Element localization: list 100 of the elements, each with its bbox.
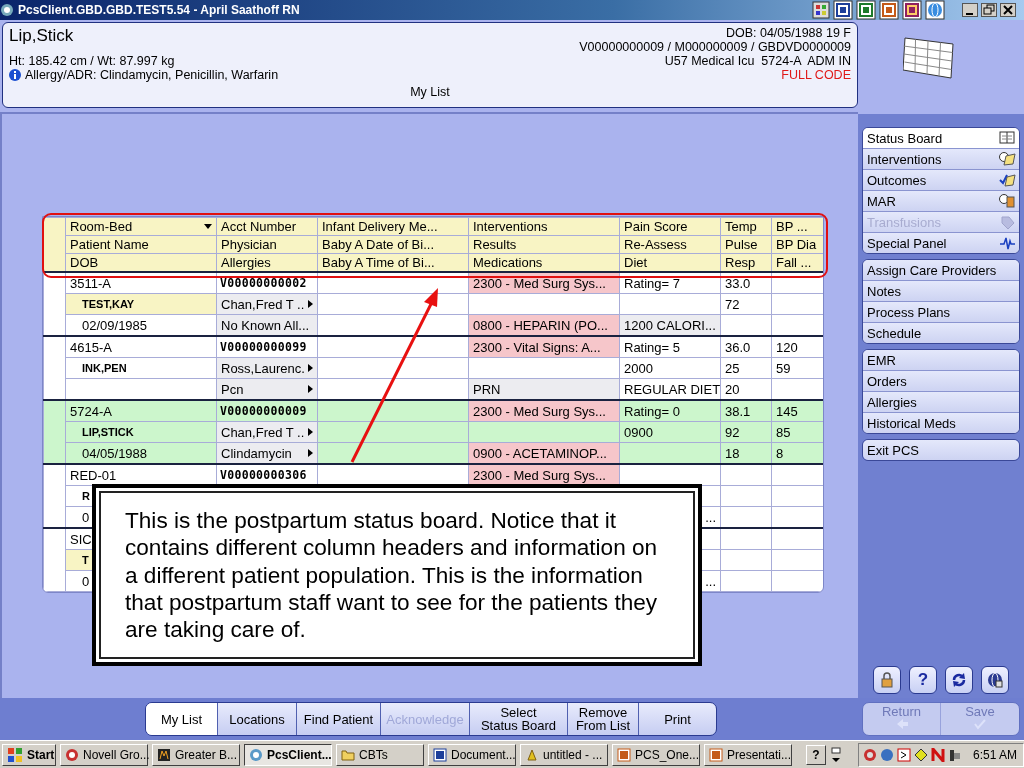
table-cell: 145 (771, 400, 823, 422)
code-status: FULL CODE (780, 68, 851, 82)
taskbar-button[interactable]: PcsClient... (244, 743, 332, 766)
sidebar-item[interactable]: Special Panel (863, 233, 1019, 253)
sidebar-label: Exit PCS (867, 442, 919, 458)
start-button[interactable]: Start (2, 743, 56, 766)
sidebar-item[interactable]: Outcomes (863, 170, 1019, 191)
patient-name: INK,PEN (65, 357, 217, 379)
app-icon (157, 747, 171, 762)
network-icon[interactable] (947, 747, 962, 762)
column-header[interactable]: Infant Delivery Me... (317, 217, 469, 236)
bottom-tab[interactable]: Select Status Board (470, 703, 568, 735)
help-button[interactable]: ? (909, 666, 937, 694)
bottom-tab[interactable]: My List (146, 703, 218, 735)
sidebar-label: EMR (867, 352, 896, 368)
app-icon[interactable] (930, 747, 945, 762)
sidebar-item[interactable]: EMR (863, 350, 1019, 371)
arrow-icon[interactable] (308, 300, 313, 308)
tag-icon (999, 214, 1016, 230)
bottom-tab[interactable]: Locations (218, 703, 297, 735)
sidebar-label: Special Panel (867, 235, 947, 251)
restore-icon[interactable] (981, 3, 997, 17)
sidebar-label: Notes (867, 283, 901, 299)
table-cell: V00000000009 (216, 400, 318, 422)
table-cell: 2300 - Med Surg Sys... (468, 400, 620, 422)
cell-text: Clindamycin (221, 445, 292, 461)
close-icon[interactable] (1000, 3, 1016, 17)
sidebar-label: Assign Care Providers (867, 262, 997, 278)
globe-button[interactable] (981, 666, 1009, 694)
clock-text: 6:51 AM (972, 747, 1017, 762)
taskbar-button[interactable]: PCS_One... (612, 743, 700, 766)
taskbar-button[interactable]: Greater B... (152, 743, 240, 766)
table-cell: 2000 (619, 357, 721, 379)
sidebar-item[interactable]: MAR (863, 191, 1019, 212)
lock-icon (880, 672, 894, 688)
refresh-button[interactable] (945, 666, 973, 694)
app-icon (65, 747, 79, 762)
app-icon (0, 3, 14, 17)
windows-flag-icon (7, 746, 23, 763)
bottom-tab[interactable]: Find Patient (297, 703, 381, 735)
column-header[interactable]: Pain Score (619, 217, 721, 236)
sidebar-item[interactable]: Allergies (863, 392, 1019, 413)
sidebar-item[interactable]: Interventions (863, 149, 1019, 170)
bottom-tab[interactable]: Remove From List (568, 703, 639, 735)
taskbar-button[interactable]: untitled - ... (520, 743, 608, 766)
dob-text: DOB: 04/05/1988 19 F (724, 26, 851, 40)
column-header[interactable]: Interventions (468, 217, 620, 236)
caret-icon[interactable] (204, 224, 212, 229)
sidebar-item[interactable]: Status Board (863, 128, 1019, 149)
arrow-icon[interactable] (308, 364, 313, 372)
taskbar-button[interactable]: Document... (428, 743, 516, 766)
sidebar-item[interactable]: Exit PCS (863, 440, 1019, 460)
pulse-icon (999, 235, 1016, 251)
sidebar-label: Process Plans (867, 304, 951, 320)
sidebar-item[interactable]: Historical Meds (863, 413, 1019, 433)
app-icon (249, 747, 263, 762)
sidebar-item[interactable]: Process Plans (863, 302, 1019, 323)
patient-name: Lip,Stick (9, 26, 75, 46)
check-icon (973, 718, 987, 730)
table-cell: 5724-A (65, 400, 217, 422)
table-cell: Rating= 0 (619, 400, 721, 422)
column-header[interactable]: Temp (720, 217, 772, 236)
sidebar-item[interactable]: Notes (863, 281, 1019, 302)
location-text: U57 Medical Icu 5724-A ADM IN (663, 54, 851, 68)
column-header[interactable]: DOB (70, 254, 99, 271)
sidebar-label: MAR (867, 193, 896, 209)
sidebar-item[interactable]: Assign Care Providers (863, 260, 1019, 281)
column-header[interactable]: Acct Number (216, 217, 318, 236)
cell-text: Pcn (221, 381, 244, 397)
app-icon[interactable] (862, 747, 877, 762)
table-icon (903, 34, 955, 80)
table-cell: 25 (720, 357, 772, 379)
help-button[interactable]: ? (806, 744, 826, 765)
info-icon (9, 69, 21, 81)
table-cell: 38.1 (720, 400, 772, 422)
clock-box-icon (999, 193, 1016, 209)
grid-icon[interactable] (812, 1, 830, 19)
window-title: PcsClient.GBD.GBD.TEST5.54 - April Saathoff RN (18, 3, 301, 17)
arrow-icon[interactable] (308, 449, 313, 457)
column-header[interactable]: BP ... (771, 217, 823, 236)
sidebar-label: Interventions (867, 151, 942, 167)
window-icon[interactable] (896, 747, 911, 762)
table-cell: 120 (771, 336, 823, 358)
arrow-icon[interactable] (308, 428, 313, 436)
table-cell: 72 (720, 293, 772, 315)
diamond-icon[interactable] (913, 747, 928, 762)
taskbar-button[interactable]: Presentati... (704, 743, 792, 766)
sidebar-label: Orders (867, 373, 907, 389)
sidebar-label: Allergies (867, 394, 917, 410)
sidebar-item[interactable]: Orders (863, 371, 1019, 392)
check-pad-icon (999, 172, 1016, 188)
taskbar-button[interactable]: CBTs (336, 743, 424, 766)
bottom-tab[interactable]: Print (639, 703, 716, 735)
account-numbers: V00000000009 / M000000009 / GBDVD0000009 (579, 40, 851, 54)
table-cell: 36.0 (720, 336, 772, 358)
sidebar-label: Historical Meds (867, 415, 956, 431)
arrow-icon[interactable] (308, 385, 313, 393)
minimize-icon[interactable] (962, 3, 978, 17)
sidebar-item[interactable]: Schedule (863, 323, 1019, 343)
lock-button[interactable] (873, 666, 901, 694)
